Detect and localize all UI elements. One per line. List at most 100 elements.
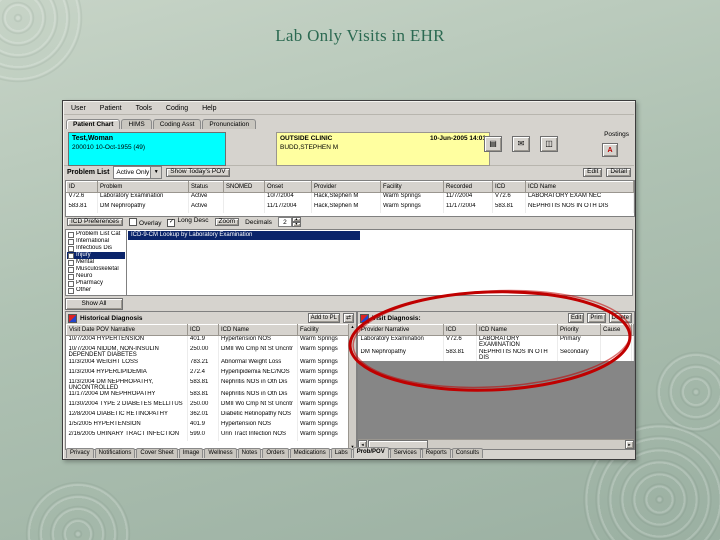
table-cell: 583.81 xyxy=(187,391,219,402)
menu-item[interactable]: Coding xyxy=(159,105,195,112)
edit-diagnosis-button[interactable]: Edit xyxy=(567,313,585,323)
delete-diagnosis-button[interactable]: Delete xyxy=(608,313,632,323)
patient-info-box[interactable]: Test,Woman 200010 10-Oct-1955 (49) xyxy=(68,132,226,166)
decimals-spinner[interactable]: 2 ▲ ▼ xyxy=(277,217,301,227)
long-desc-checkbox[interactable]: ✓ Long Desc xyxy=(167,217,209,227)
column-header[interactable]: Problem xyxy=(97,181,189,193)
table-row[interactable]: 11/17/2004 DM NEPHROPATHY 583.81 Nephritis… xyxy=(66,391,349,402)
bottom-tab[interactable]: Consults xyxy=(451,448,484,458)
menu-item[interactable]: Tools xyxy=(129,105,159,112)
document-icon[interactable]: ▤ xyxy=(484,136,502,152)
column-header[interactable]: Cause xyxy=(600,324,632,336)
table-cell: 11/17/2004 xyxy=(443,203,493,213)
scroll-up-icon[interactable]: ▲ xyxy=(351,324,355,329)
icd-category-item[interactable]: Problem List Cat xyxy=(67,231,125,238)
table-cell: 1/5/2005 HYPERTENSION xyxy=(66,421,188,432)
icd-category-item[interactable]: Infectious Dis xyxy=(67,245,125,252)
mail-icon[interactable]: ✉ xyxy=(512,136,530,152)
bottom-tab[interactable]: Prob/POV xyxy=(352,447,389,458)
table-row[interactable]: 11/3/2004 HYPERLIPIDEMIA 272.4 Hyperlipide… xyxy=(66,368,349,379)
column-header[interactable]: Inj xyxy=(631,324,634,336)
zoom-button[interactable]: Zoom xyxy=(214,217,240,227)
icd-lookup-panel[interactable]: ICD-9-CM Lookup by Laboratory Examinatio… xyxy=(126,229,633,296)
column-header[interactable]: ICD Name xyxy=(218,324,298,336)
column-header[interactable]: ICD xyxy=(492,181,526,193)
historical-table-header: Visit Date POV Narrative ICD ICD Name Facil… xyxy=(66,324,349,336)
column-header[interactable]: Status xyxy=(188,181,224,193)
table-cell: 11/17/2004 DM NEPHROPATHY xyxy=(66,391,188,402)
table-row[interactable]: 10/7/2004 HYPERTENSION 401.9 Hypertension … xyxy=(66,335,349,346)
menu-item[interactable]: Help xyxy=(195,105,223,112)
bottom-tab[interactable]: Orders xyxy=(262,448,289,458)
swap-icon[interactable]: ⇄ xyxy=(342,313,354,323)
column-header[interactable]: SNOMED xyxy=(223,181,265,193)
table-row[interactable]: 1/5/2005 HYPERTENSION 401.9 Hypertension N… xyxy=(66,421,349,432)
column-header[interactable]: Priority xyxy=(557,324,601,336)
column-header[interactable]: Facility xyxy=(380,181,444,193)
bottom-tab[interactable]: Image xyxy=(178,448,204,458)
chart-tab-row: Patient Chart HIMS Coding Asst Pronunciatio… xyxy=(64,114,634,129)
add-to-pl-button[interactable]: Add to PL xyxy=(307,313,340,323)
icd-category-item[interactable]: Mental xyxy=(67,259,125,266)
icd-category-item[interactable]: Pharmacy xyxy=(67,280,125,287)
graph-icon[interactable]: ◫ xyxy=(540,136,558,152)
bottom-tab[interactable]: Medications xyxy=(289,448,330,458)
table-row[interactable]: DM Nephropathy 583.81 NEPHRITIS NOS IN OTH… xyxy=(358,348,634,362)
bottom-tab[interactable]: Privacy xyxy=(66,448,94,458)
bottom-tab[interactable]: Cover Sheet xyxy=(136,448,178,458)
icd-category-item[interactable]: Other xyxy=(67,287,125,294)
postings-button[interactable]: A xyxy=(602,143,618,157)
column-header[interactable]: ICD xyxy=(443,324,477,336)
edit-problem-button[interactable]: Edit xyxy=(583,168,603,177)
icd-category-item[interactable]: International xyxy=(67,238,125,245)
show-todays-pov-button[interactable]: Show Today's POV xyxy=(166,168,230,177)
bottom-tab[interactable]: Notes xyxy=(237,448,262,458)
primary-diagnosis-button[interactable]: Prim xyxy=(587,313,606,323)
table-row[interactable]: 11/3/2004 WEIGHT LOSS 783.21 Abnormal Weig… xyxy=(66,358,349,369)
show-all-button[interactable]: Show All xyxy=(65,298,123,310)
bottom-tab[interactable]: Notifications xyxy=(94,448,136,458)
column-header[interactable]: ID xyxy=(66,181,98,193)
table-row[interactable]: V72.6 Laboratory Examination Active 10/7/20… xyxy=(66,192,634,203)
table-cell: Abnormal Weight Loss xyxy=(218,358,298,369)
table-row[interactable]: 12/8/2004 DIABETIC RETINOPATHY 362.01 Diab… xyxy=(66,411,349,422)
table-row[interactable]: 11/3/2004 DM NEPHROPATHY, UNCONTROLLED 58… xyxy=(66,378,349,392)
chart-tab[interactable]: Patient Chart xyxy=(66,119,121,129)
table-row[interactable]: Laboratory Examination V72.6 LABORATORY EX… xyxy=(358,335,634,349)
visit-info-box[interactable]: OUTSIDE CLINIC 10-Jun-2005 14:01 BUDD,ST… xyxy=(276,132,490,166)
table-cell: Warm Springs xyxy=(297,358,349,369)
column-header[interactable]: Facility xyxy=(297,324,349,336)
detail-problem-button[interactable]: Detail xyxy=(606,168,631,177)
column-header[interactable]: Provider Narrative xyxy=(358,324,444,336)
menu-item[interactable]: User xyxy=(64,105,93,112)
column-header[interactable]: ICD Name xyxy=(476,324,558,336)
table-cell: NEPHRITIS NOS IN OTH DIS xyxy=(525,203,634,213)
menu-item[interactable]: Patient xyxy=(93,105,129,112)
table-cell: 599.0 xyxy=(187,431,219,442)
table-row[interactable]: 11/30/2004 TYPE 2 DIABETES MELLITUS 250.0… xyxy=(66,401,349,412)
table-row[interactable]: 2/16/2005 URINARY TRACT INFECTION 599.0 Ur… xyxy=(66,431,349,442)
vertical-scrollbar[interactable]: ▲ ▼ xyxy=(348,324,356,449)
icd-category-item[interactable]: Neuro xyxy=(67,273,125,280)
icd-category-item[interactable]: Musculoskeletal xyxy=(67,266,125,273)
column-header[interactable]: ICD xyxy=(187,324,219,336)
table-row[interactable]: 10/7/2004 NIDDM, NON-INSULIN DEPENDENT D… xyxy=(66,346,349,359)
icd-preferences-button[interactable]: ICD Preferences xyxy=(67,217,124,227)
bottom-tab[interactable]: Wellness xyxy=(204,448,237,458)
problem-filter-dropdown[interactable]: Active Only ▼ xyxy=(113,166,163,179)
column-header[interactable]: Recorded xyxy=(443,181,493,193)
column-header[interactable]: Onset xyxy=(264,181,312,193)
chart-tab[interactable]: HIMS xyxy=(121,119,152,129)
chart-tab[interactable]: Pronunciation xyxy=(202,119,257,129)
column-header[interactable]: Provider xyxy=(311,181,381,193)
bottom-tab[interactable]: Services xyxy=(389,448,421,458)
column-header[interactable]: ICD Name xyxy=(525,181,634,193)
chart-tab[interactable]: Coding Asst xyxy=(152,119,202,129)
column-header[interactable]: Visit Date POV Narrative xyxy=(66,324,188,336)
overlay-checkbox[interactable]: Overlay xyxy=(129,217,161,227)
spinner-down-icon[interactable]: ▼ xyxy=(291,222,301,227)
bottom-tab[interactable]: Reports xyxy=(421,448,451,458)
table-row[interactable]: 583.81 DM Nephropathy Active 11/17/2004 Hack… xyxy=(66,203,634,213)
bottom-tab[interactable]: Labs xyxy=(330,448,352,458)
icd-category-item[interactable]: Injury xyxy=(67,252,125,259)
